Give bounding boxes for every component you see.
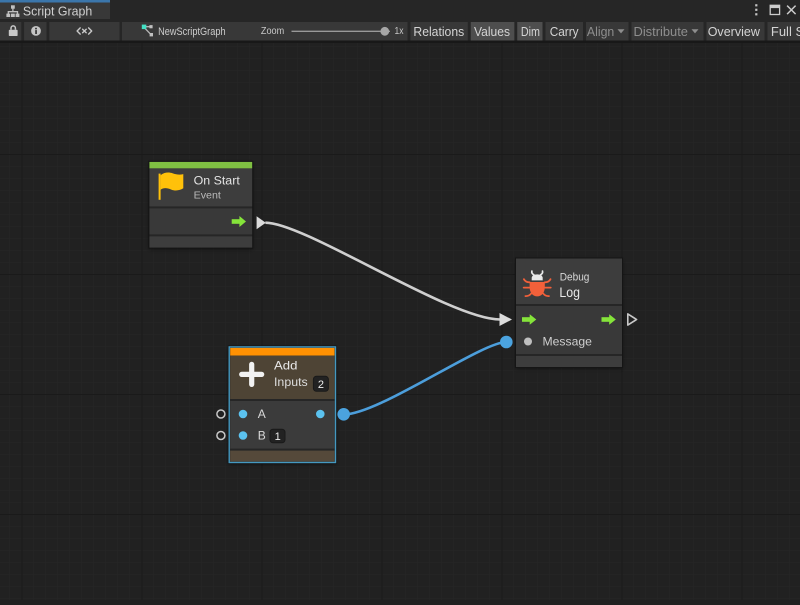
svg-text:1: 1 bbox=[275, 431, 281, 443]
svg-text:Align: Align bbox=[587, 24, 614, 39]
svg-text:On Start: On Start bbox=[194, 175, 241, 187]
svg-text:B: B bbox=[258, 429, 266, 443]
svg-text:NewScriptGraph: NewScriptGraph bbox=[158, 26, 226, 38]
svg-text:Dim: Dim bbox=[521, 24, 540, 39]
svg-text:Message: Message bbox=[543, 335, 593, 349]
svg-text:Overview: Overview bbox=[708, 24, 761, 39]
svg-text:Distribute: Distribute bbox=[634, 24, 689, 39]
svg-text:Values: Values bbox=[474, 24, 510, 39]
svg-text:Add: Add bbox=[274, 358, 297, 372]
svg-text:Full Scr: Full Scr bbox=[771, 24, 800, 39]
svg-text:2: 2 bbox=[318, 379, 324, 391]
svg-text:Relations: Relations bbox=[413, 24, 464, 39]
svg-text:Zoom: Zoom bbox=[261, 25, 285, 37]
svg-text:Carry: Carry bbox=[550, 24, 579, 39]
svg-text:Log: Log bbox=[559, 285, 580, 300]
svg-text:Script Graph: Script Graph bbox=[23, 5, 92, 19]
svg-text:1x: 1x bbox=[395, 25, 405, 37]
svg-text:A: A bbox=[258, 407, 266, 421]
svg-text:Event: Event bbox=[194, 190, 222, 201]
svg-text:Debug: Debug bbox=[560, 272, 590, 284]
svg-text:Inputs: Inputs bbox=[274, 375, 308, 389]
